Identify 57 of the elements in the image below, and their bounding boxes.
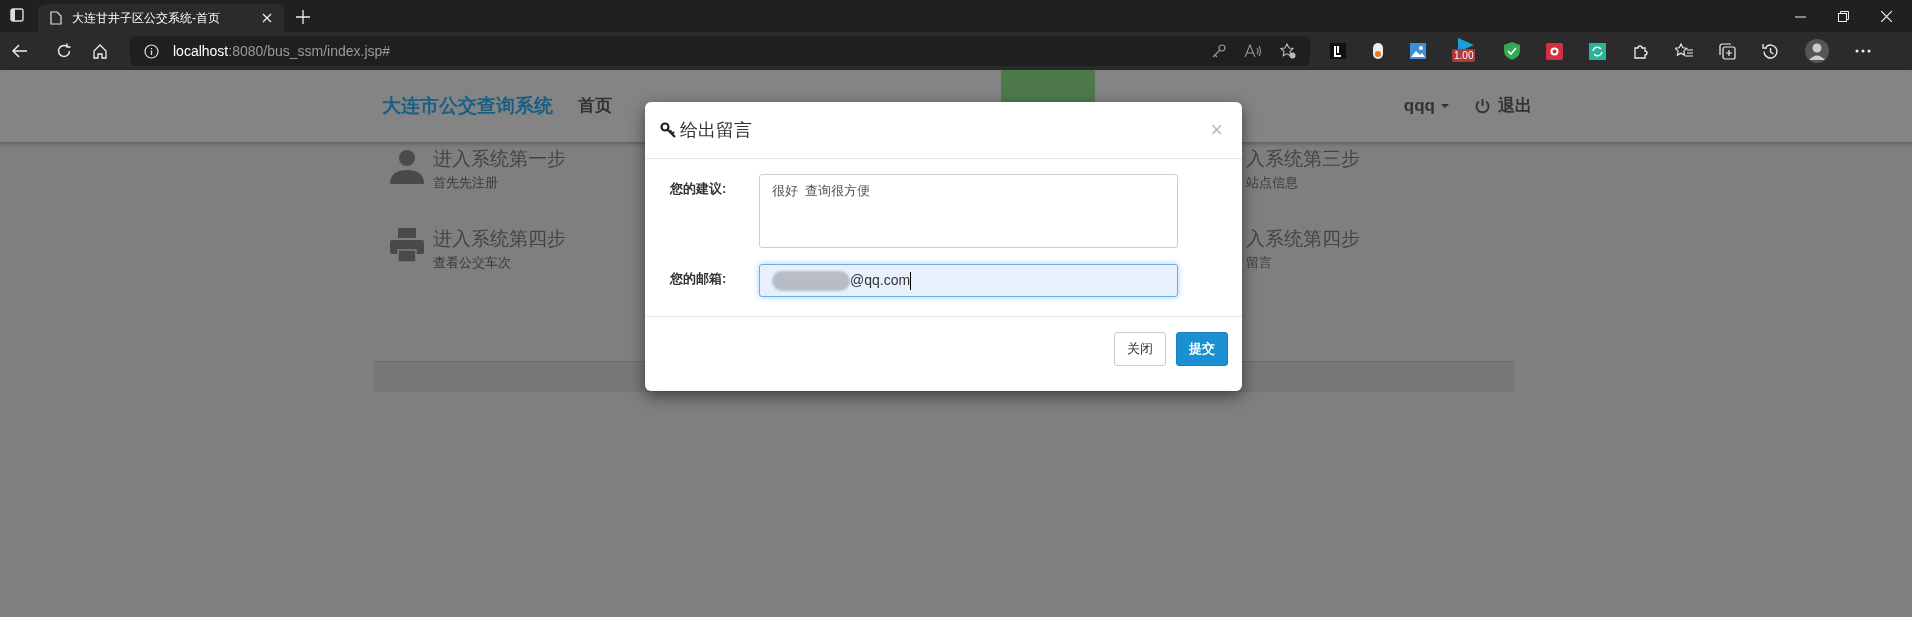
extension-icon[interactable] — [1330, 43, 1346, 59]
address-bar[interactable]: localhost:8080/bus_ssm/index.jsp# — [130, 36, 1310, 66]
refresh-icon[interactable] — [56, 43, 72, 59]
caret-icon — [1441, 104, 1449, 108]
step-description: 首先先注册 — [433, 174, 499, 192]
brand-title[interactable]: 大连市公交查询系统 — [382, 91, 553, 121]
step-title: 入系统第三步 — [1246, 147, 1360, 171]
key-icon — [660, 122, 676, 138]
printer-icon — [390, 228, 424, 264]
extension-badge: 1.00 — [1452, 49, 1476, 62]
collections-icon[interactable] — [1719, 42, 1736, 60]
home-icon[interactable] — [92, 43, 108, 59]
close-icon[interactable] — [262, 13, 272, 23]
tab-title: 大连甘井子区公交系统-首页 — [72, 10, 221, 27]
history-icon[interactable] — [1762, 42, 1779, 60]
step-description: 查看公交车次 — [433, 254, 512, 272]
text-cursor — [910, 271, 912, 290]
tab-actions-icon[interactable] — [10, 8, 24, 22]
page-icon — [50, 11, 62, 25]
image-icon[interactable] — [1410, 43, 1426, 59]
field-label: 您的建议: — [668, 180, 728, 198]
shield-icon[interactable] — [1504, 42, 1520, 60]
close-button[interactable]: 关闭 — [1114, 332, 1166, 366]
more-icon[interactable] — [1855, 49, 1871, 53]
submit-button[interactable]: 提交 — [1176, 332, 1228, 366]
favorites-icon[interactable] — [1675, 43, 1693, 59]
nav-tab[interactable]: 首页 — [565, 70, 625, 142]
close-icon[interactable] — [1881, 11, 1892, 22]
extension-icon[interactable] — [1546, 42, 1563, 60]
url-text: localhost:8080/bus_ssm/index.jsp# — [173, 41, 392, 61]
step-description: 站点信息 — [1246, 174, 1299, 192]
text-area[interactable]: 很好 查询很方便 — [759, 174, 1178, 248]
input-field[interactable]: @qq.com — [759, 264, 1178, 297]
user-menu[interactable]: qqq — [1403, 93, 1449, 119]
step-title: 进入系统第四步 — [433, 227, 566, 251]
restore-icon[interactable] — [1838, 11, 1849, 22]
logout-link[interactable]: 退出 — [1475, 93, 1532, 119]
key-icon[interactable] — [1212, 44, 1226, 58]
info-icon[interactable] — [144, 43, 159, 59]
step-description: 留言 — [1246, 254, 1273, 272]
browser-tab[interactable]: 大连甘井子区公交系统-首页 — [38, 4, 284, 32]
profile-avatar[interactable] — [1805, 39, 1829, 63]
sync-icon[interactable] — [1589, 42, 1606, 60]
step-title: 入系统第四步 — [1246, 227, 1360, 251]
puzzle-icon[interactable] — [1632, 42, 1649, 60]
close-button[interactable]: × — [1210, 119, 1223, 141]
power-icon — [1475, 98, 1490, 114]
add-favorite-icon[interactable] — [1280, 43, 1296, 59]
new-tab-icon[interactable] — [296, 10, 310, 24]
field-label: 您的邮箱: — [668, 270, 728, 288]
step-title: 进入系统第一步 — [433, 147, 566, 171]
modal-title: 给出留言 — [680, 118, 752, 142]
play-icon[interactable] — [1458, 38, 1474, 52]
extension-icon[interactable] — [1372, 42, 1384, 60]
back-icon[interactable] — [12, 44, 28, 58]
user-icon — [390, 148, 424, 184]
read-aloud-icon[interactable] — [1244, 44, 1262, 58]
